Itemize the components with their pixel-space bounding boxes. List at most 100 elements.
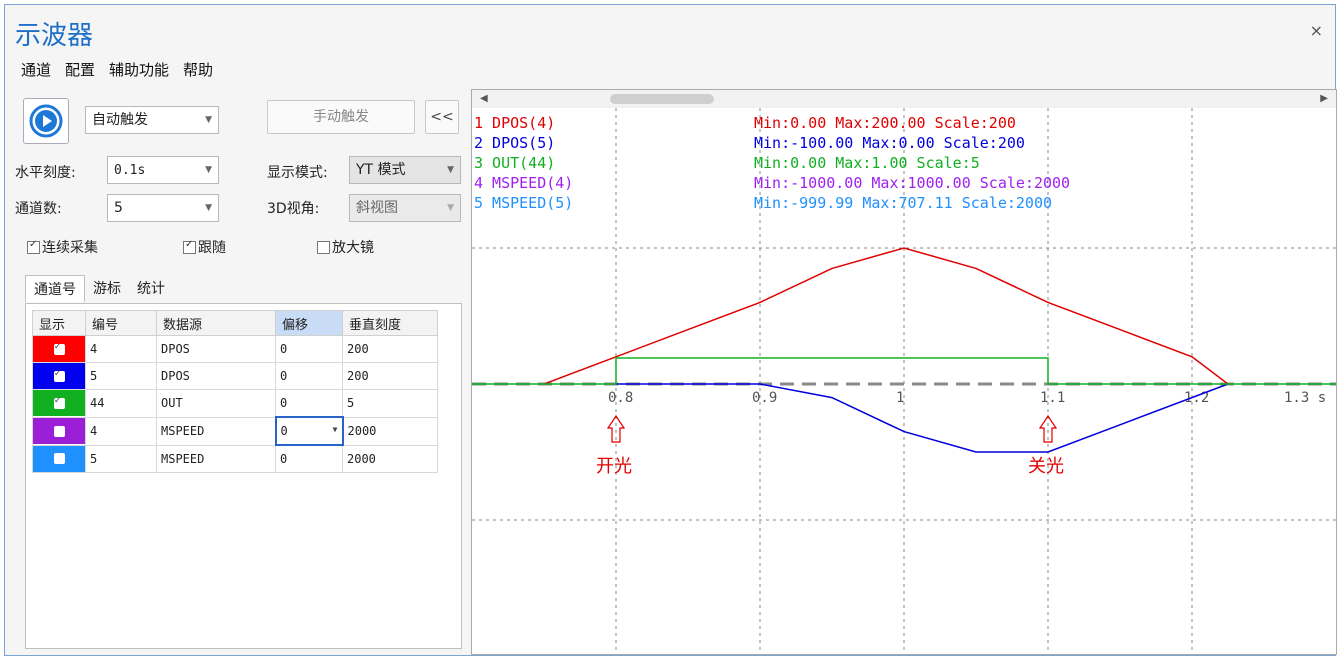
trigger-mode-select[interactable]: 自动触发 ▼ [85,106,219,134]
source-cell[interactable]: DPOS [156,362,276,390]
col-source[interactable]: 数据源 [156,310,276,336]
x-tick-label: 0.8 [608,390,633,406]
channels-label: 通道数: [15,201,62,217]
table-row[interactable]: 5 MSPEED 0 2000 [32,444,438,473]
offset-value: 0 [280,452,288,466]
scope-plot[interactable]: 0.8 0.9 1 1.1 1.2 1.3 s1 DPOS(4) Min:0.00 Max:… [472,108,1336,654]
table-row[interactable]: 4 MSPEED 0 ▼ 2000 [32,416,438,446]
channel-color-swatch[interactable] [33,445,85,472]
show-cell[interactable] [32,416,86,446]
play-icon [29,104,63,138]
checkbox-icon [317,240,330,254]
continuous-checkbox[interactable]: 连续采集 [27,237,98,257]
control-panel: 自动触发 ▼ 手动触发 << 水平刻度: 0.1s ▼ 显示模式: YT 模式 … [15,89,463,655]
display-mode-label: 显示模式: [267,165,328,181]
table-row[interactable]: 5DPOS 0 200 [32,362,438,390]
x-tick-label: 1.1 [1040,390,1065,406]
vscale-cell[interactable]: 200 [342,362,438,390]
view3d-select[interactable]: 斜视图 ▼ [349,194,461,222]
offset-cell[interactable]: 0 [275,389,343,418]
show-checkbox[interactable] [53,341,65,355]
x-tick-label: 1 [896,390,904,406]
show-checkbox[interactable] [53,425,65,437]
show-cell[interactable] [32,444,86,473]
legend-stats: Min:0.00 Max:200.00 Scale:200 [754,114,1016,132]
magnifier-checkbox[interactable]: 放大镜 [317,237,374,257]
show-cell[interactable] [32,362,86,390]
offset-cell[interactable]: 0 [275,335,343,363]
id-cell[interactable]: 5 [85,362,157,390]
scroll-thumb[interactable] [610,94,714,104]
offset-value: 0 [280,369,288,383]
table-row[interactable]: 44OUT 0 5 [32,389,438,418]
show-checkbox[interactable] [53,453,65,465]
show-checkbox[interactable] [53,368,65,382]
menu-channel[interactable]: 通道 [21,59,51,80]
vscale-cell[interactable]: 200 [342,335,438,363]
legend-label: 2 DPOS(5) [474,134,555,152]
channel-color-swatch[interactable] [33,336,85,362]
tab-stats[interactable]: 统计 [129,275,173,302]
id-cell[interactable]: 4 [85,335,157,363]
legend-label: 5 MSPEED(5) [474,194,573,212]
col-id[interactable]: 编号 [85,310,157,336]
collapse-button[interactable]: << [425,100,459,134]
menu-config[interactable]: 配置 [65,59,95,80]
source-cell[interactable]: MSPEED [156,416,276,446]
menu-help[interactable]: 帮助 [183,59,213,80]
show-checkbox[interactable] [53,395,65,409]
magnifier-label: 放大镜 [332,240,374,256]
offset-value: 0 [280,396,288,410]
tab-cursor[interactable]: 游标 [85,275,129,302]
show-cell[interactable] [32,389,86,418]
view3d-label: 3D视角: [267,201,320,217]
scroll-left-icon[interactable]: ◀ [480,93,488,104]
h-scale-select[interactable]: 0.1s ▼ [107,156,219,184]
offset-value: 0 [280,424,288,438]
offset-value: 0 [280,342,288,356]
channel-color-swatch[interactable] [33,390,85,417]
play-button[interactable] [23,98,69,144]
channel-color-swatch[interactable] [33,418,85,444]
offset-cell[interactable]: 0 [275,362,343,390]
legend-stats: Min:-999.99 Max:707.11 Scale:2000 [754,194,1052,212]
channel-color-swatch[interactable] [33,363,85,389]
annotation-label: 关光 [1028,456,1064,477]
table-row[interactable]: 4DPOS 0 200 [32,335,438,363]
vscale-cell[interactable]: 5 [342,389,438,418]
offset-cell[interactable]: 0 [275,444,343,473]
id-cell[interactable]: 44 [85,389,157,418]
source-cell[interactable]: DPOS [156,335,276,363]
legend-stats: Min:0.00 Max:1.00 Scale:5 [754,154,980,172]
h-scale-label: 水平刻度: [15,165,76,181]
oscilloscope-window: 示波器 × 通道 配置 辅助功能 帮助 自动触发 ▼ 手动触发 << 水平刻度:… [4,4,1337,656]
channels-select[interactable]: 5 ▼ [107,194,219,222]
trigger-mode-value: 自动触发 [92,112,148,128]
legend-label: 1 DPOS(4) [474,114,555,132]
follow-checkbox[interactable]: 跟随 [183,237,226,257]
manual-trigger-button[interactable]: 手动触发 [267,100,415,134]
tab-bar: 通道号 游标 统计 [25,275,173,302]
id-cell[interactable]: 4 [85,416,157,446]
col-offset[interactable]: 偏移 [275,310,343,336]
legend-label: 4 MSPEED(4) [474,174,573,192]
close-icon[interactable]: × [1310,21,1323,40]
tab-channel[interactable]: 通道号 [25,275,85,302]
vscale-cell[interactable]: 2000 [342,444,438,473]
checkbox-icon [27,239,40,254]
scroll-right-icon[interactable]: ▶ [1320,93,1328,104]
vscale-cell[interactable]: 2000 [342,416,438,446]
col-vscale[interactable]: 垂直刻度 [342,310,438,336]
show-cell[interactable] [32,335,86,363]
display-mode-select[interactable]: YT 模式 ▼ [349,156,461,184]
col-show[interactable]: 显示 [32,310,86,336]
channels-value: 5 [114,200,123,216]
menu-tools[interactable]: 辅助功能 [109,59,169,80]
channel-table-panel: 显示 编号 数据源 偏移 垂直刻度 4DPOS02005DPOS020044OU… [25,303,462,649]
horizontal-scrollbar[interactable]: ◀ ▶ [472,90,1336,108]
source-cell[interactable]: MSPEED [156,444,276,473]
id-cell[interactable]: 5 [85,444,157,473]
chevron-down-icon: ▼ [205,115,212,125]
source-cell[interactable]: OUT [156,389,276,418]
offset-cell[interactable]: 0 ▼ [274,416,344,446]
